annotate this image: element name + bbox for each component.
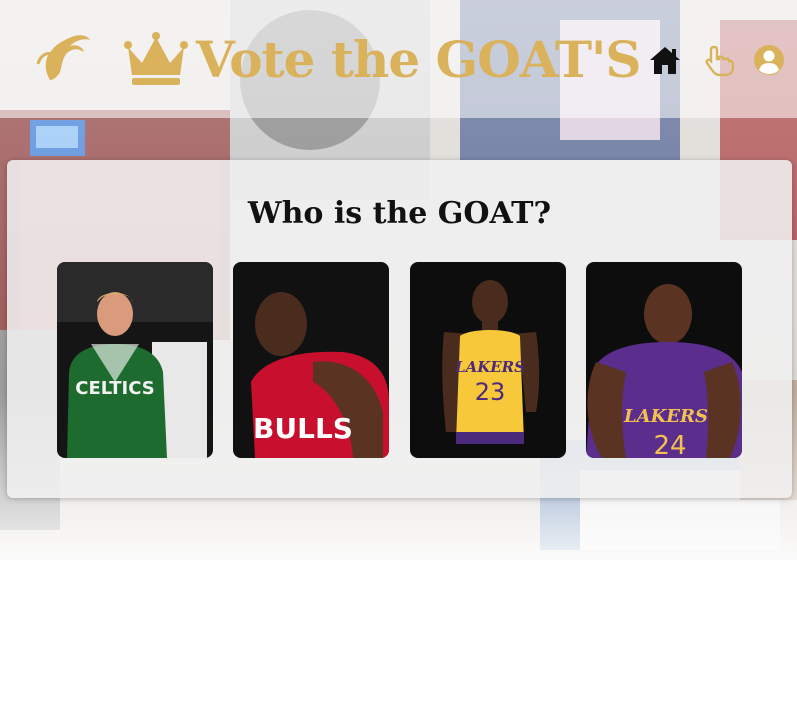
candidate-card-celtics[interactable]: CELTICS <box>57 262 213 458</box>
nav-account[interactable] <box>752 40 786 80</box>
jersey-number: 24 <box>653 431 686 458</box>
vote-pointer-icon[interactable] <box>702 43 736 77</box>
goat-icon[interactable] <box>30 24 96 90</box>
candidate-photo: LAKERS 24 <box>586 262 742 458</box>
site-title: Vote the GOAT'S <box>196 29 641 89</box>
jersey-number: 23 <box>475 378 506 406</box>
jersey-text: CELTICS <box>75 378 154 399</box>
jersey-text: LAKERS <box>454 358 525 376</box>
candidate-photo: CELTICS <box>57 262 213 458</box>
candidate-photo: LAKERS 23 <box>410 262 566 458</box>
candidate-card-lakers-24[interactable]: LAKERS 24 <box>586 262 742 458</box>
site-header: Vote the GOAT'S <box>0 0 797 118</box>
candidate-card-lakers-23[interactable]: LAKERS 23 <box>410 262 566 458</box>
nav-vote[interactable] <box>702 40 736 80</box>
jersey-text: BULLS <box>253 412 353 445</box>
candidate-photo: BULLS <box>233 262 389 458</box>
crown-icon <box>124 32 188 85</box>
user-account-icon[interactable] <box>752 43 786 77</box>
candidate-card-bulls[interactable]: BULLS <box>233 262 389 458</box>
candidate-list: CELTICS BULLS LAKERS 23 LAKERS 24 <box>57 262 747 458</box>
vote-card: Who is the GOAT? CELTICS BULLS LAKERS 23… <box>7 160 792 498</box>
vote-question: Who is the GOAT? <box>247 196 552 231</box>
nav-home[interactable] <box>648 40 682 80</box>
site-title-wrap: Vote the GOAT'S <box>124 26 641 92</box>
home-icon[interactable] <box>648 43 682 77</box>
jersey-text: LAKERS <box>623 406 708 427</box>
